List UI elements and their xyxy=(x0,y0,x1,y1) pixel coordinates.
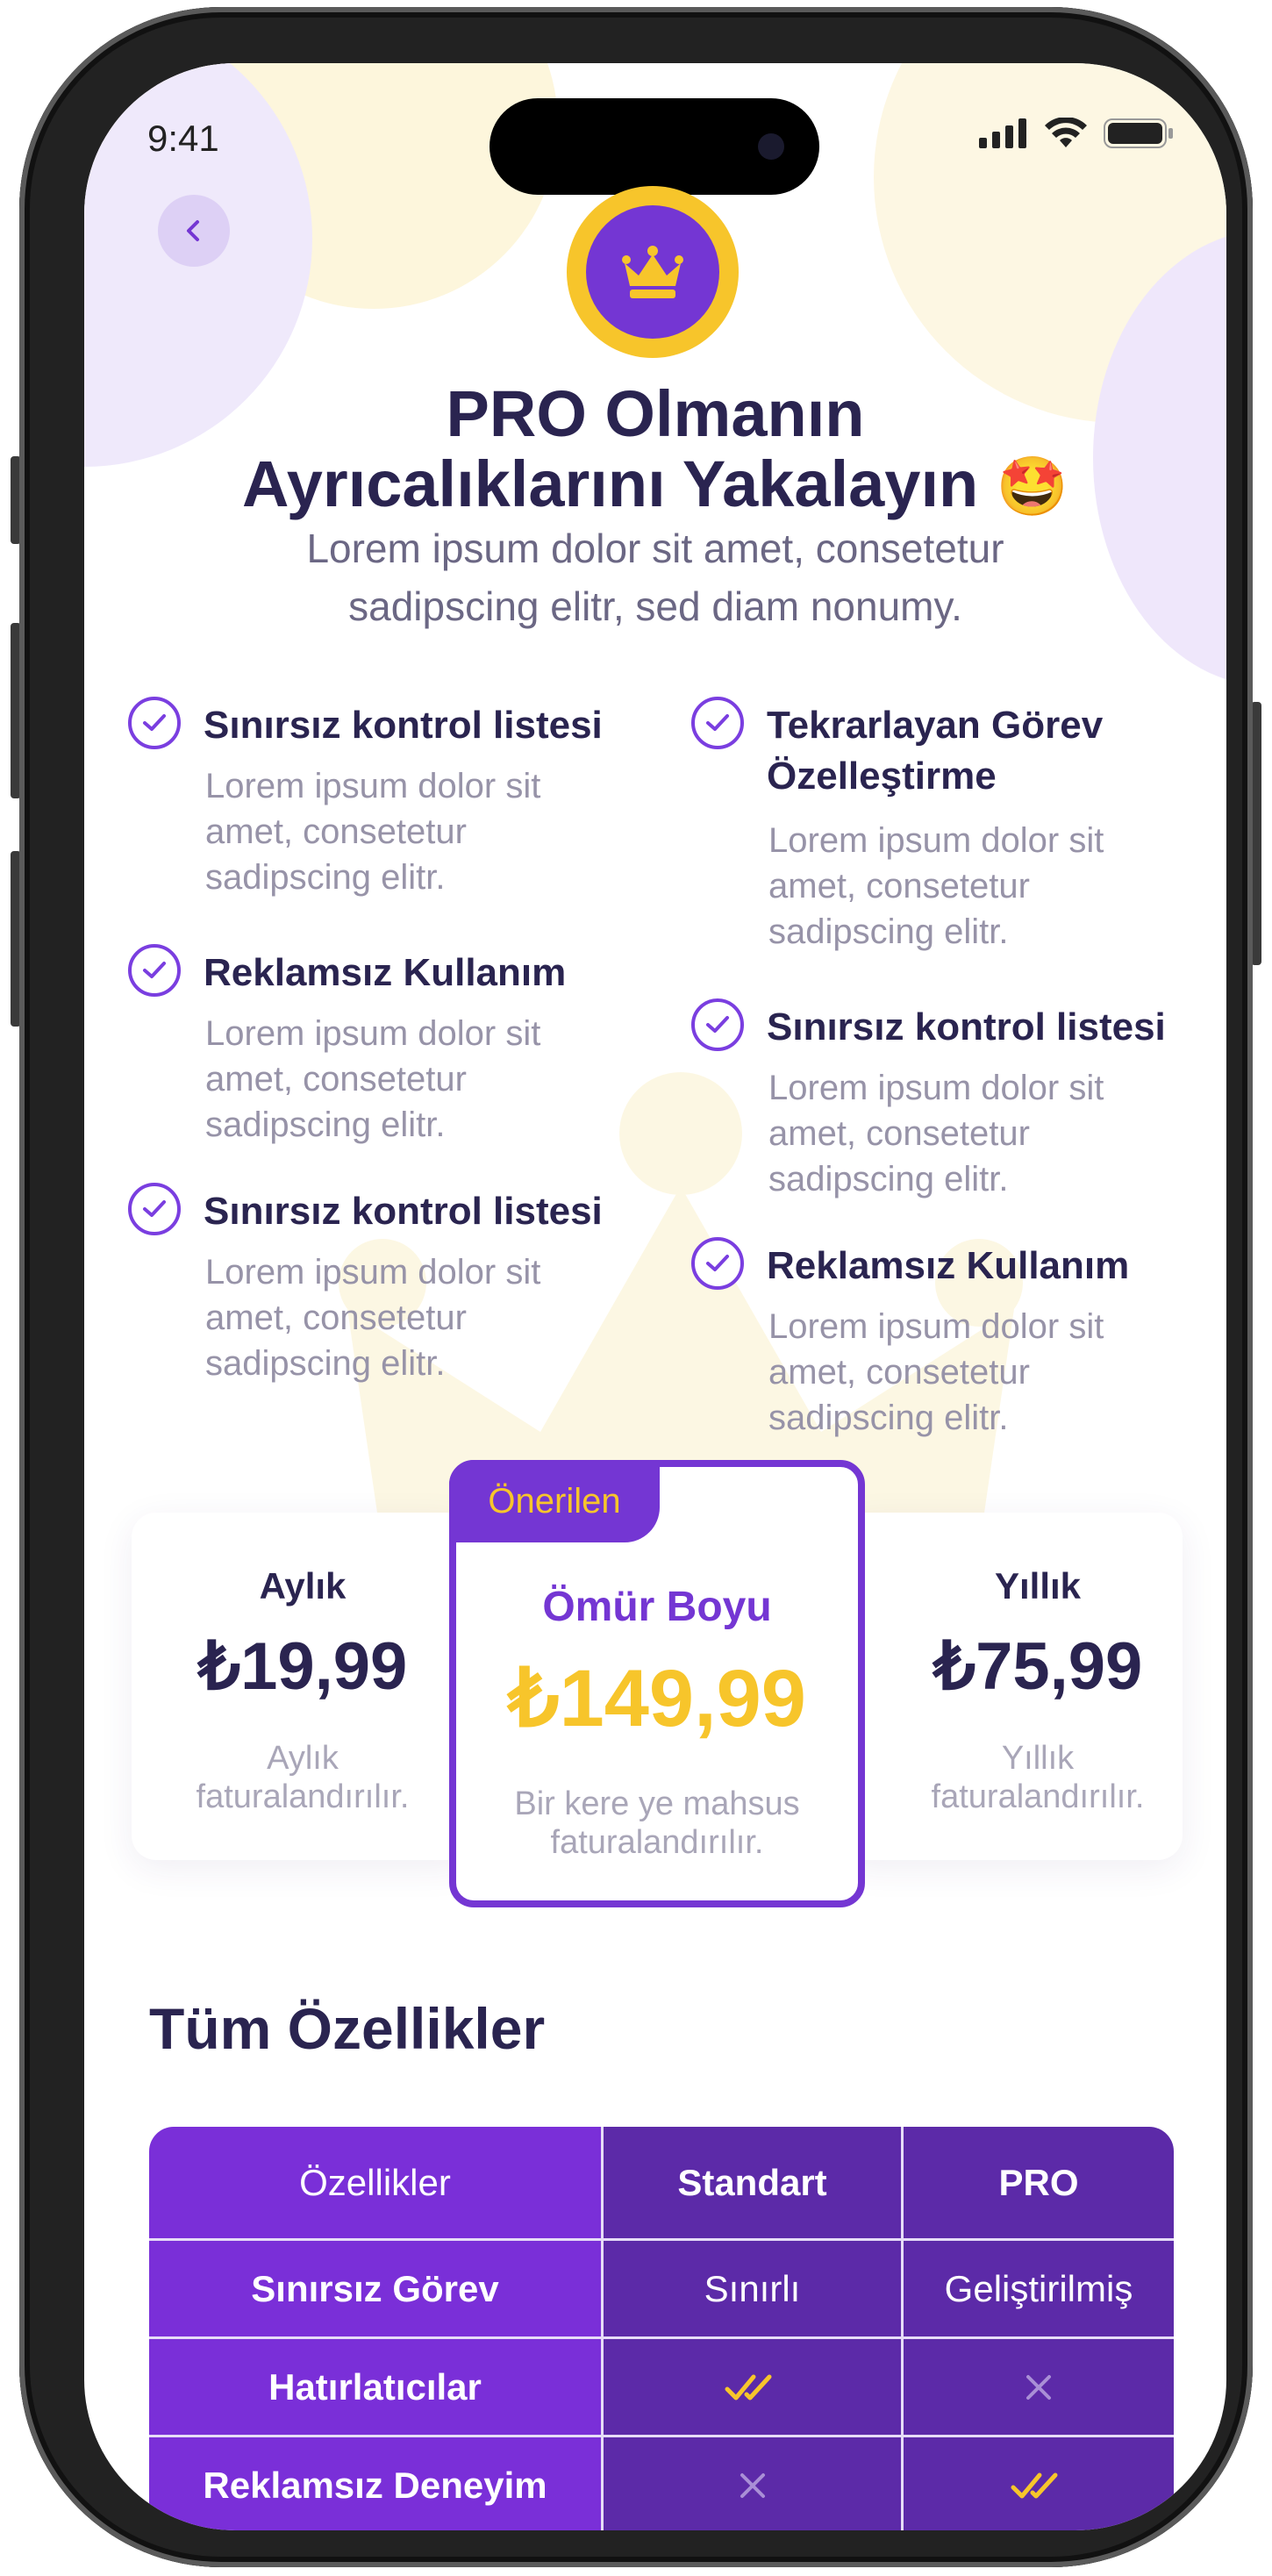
phone-frame: 9:41 PRO Olmanın Ayrıcalıklarını Yakalay… xyxy=(19,7,1253,2567)
pro-cell xyxy=(904,2437,1174,2530)
check-circle-icon xyxy=(691,998,744,1051)
double-check-icon xyxy=(1011,2472,1058,2498)
feature-cell: Reklamsız Deneyim xyxy=(149,2437,604,2530)
page-title-text: Ayrıcalıklarını Yakalayın xyxy=(242,447,979,520)
double-check-icon xyxy=(725,2374,771,2400)
feature-title: Sınırsız kontrol listesi xyxy=(204,704,603,747)
cross-icon xyxy=(1026,2374,1051,2400)
plan-note: Aylık faturalandırılır. xyxy=(132,1739,474,1816)
crown-icon xyxy=(622,246,683,298)
feature-item: Sınırsız kontrol listesi Lorem ipsum dol… xyxy=(128,697,619,907)
check-circle-icon xyxy=(128,944,181,997)
star-struck-emoji: 🤩 xyxy=(996,454,1068,519)
feature-title: Reklamsız Kullanım xyxy=(204,951,567,994)
recommended-badge: Önerilen xyxy=(449,1460,660,1542)
page-subtitle: Lorem ipsum dolor sit amet, consetetur s… xyxy=(306,526,1004,629)
pro-cell: Geliştirilmiş xyxy=(904,2241,1174,2339)
plan-price: ₺19,99 xyxy=(197,1629,408,1704)
feature-item: Sınırsız kontrol listesi Lorem ipsum dol… xyxy=(691,998,1183,1209)
dynamic-island xyxy=(490,98,819,195)
column-header: Standart xyxy=(604,2127,904,2241)
feature-item: Reklamsız Kullanım Lorem ipsum dolor sit… xyxy=(691,1237,1183,1448)
plan-note: Bir kere ye mahsus faturalandırılır. xyxy=(456,1785,858,1862)
plan-name: Ömür Boyu xyxy=(542,1584,772,1630)
feature-cell: Sınırsız Görev xyxy=(149,2241,604,2339)
standard-cell: Sınırlı xyxy=(604,2241,904,2339)
plan-name: Aylık xyxy=(259,1565,347,1606)
feature-title: Sınırsız kontrol listesi xyxy=(204,1190,603,1233)
section-title: Tüm Özellikler xyxy=(149,1996,546,2061)
features-comparison-table: Özellikler Standart PRO Sınırsız Görev S… xyxy=(149,2127,1174,2530)
column-header: Özellikler xyxy=(149,2127,604,2241)
page-title-line2: Ayrıcalıklarını Yakalayın 🤩 xyxy=(84,449,1226,521)
feature-description: Lorem ipsum dolor sit amet, consetetur s… xyxy=(205,1253,541,1383)
pro-crown-badge xyxy=(567,186,739,358)
battery-icon xyxy=(1104,118,1173,148)
column-header: PRO xyxy=(904,2127,1174,2241)
plan-note-line1: Bir kere ye mahsus xyxy=(514,1785,800,1822)
plan-price: ₺75,99 xyxy=(933,1629,1143,1704)
standard-cell xyxy=(604,2339,904,2437)
check-circle-icon xyxy=(691,697,744,749)
table-row: Hatırlatıcılar xyxy=(149,2339,1174,2437)
signal-icon xyxy=(979,118,1026,148)
table-row: Reklamsız Deneyim xyxy=(149,2437,1174,2530)
check-circle-icon xyxy=(128,1183,181,1235)
plan-note-line2: faturalandırılır. xyxy=(931,1778,1145,1815)
cross-icon xyxy=(740,2472,765,2498)
plan-name: Yıllık xyxy=(994,1565,1082,1606)
feature-title: Tekrarlayan Görev Özelleştirme xyxy=(767,704,1104,798)
table-row: Sınırsız Görev Sınırlı Geliştirilmiş xyxy=(149,2241,1174,2339)
feature-description: Lorem ipsum dolor sit amet, consetetur s… xyxy=(205,767,541,897)
plan-card-lifetime[interactable]: Önerilen Ömür Boyu ₺149,99 Bir kere ye m… xyxy=(449,1460,865,1907)
table-header-row: Özellikler Standart PRO xyxy=(149,2127,1174,2241)
check-circle-icon xyxy=(128,697,181,749)
feature-item: Reklamsız Kullanım Lorem ipsum dolor sit… xyxy=(128,944,619,1155)
pro-cell xyxy=(904,2339,1174,2437)
plan-card-yearly[interactable]: Yıllık ₺75,99 Yıllık faturalandırılır. xyxy=(840,1513,1183,1860)
plan-note-line2: faturalandırılır. xyxy=(550,1824,764,1861)
status-time: 9:41 xyxy=(147,118,219,159)
plan-price: ₺149,99 xyxy=(508,1654,806,1743)
feature-item: Tekrarlayan Görev Özelleştirme Lorem ips… xyxy=(691,697,1183,960)
camera-icon xyxy=(758,133,784,160)
page-title-line1: PRO Olmanın xyxy=(446,377,865,450)
feature-cell: Hatırlatıcılar xyxy=(149,2339,604,2437)
back-button[interactable] xyxy=(158,195,230,267)
wifi-icon xyxy=(1045,118,1087,147)
plan-note-line2: faturalandırılır. xyxy=(196,1778,410,1815)
plan-card-monthly[interactable]: Aylık ₺19,99 Aylık faturalandırılır. xyxy=(132,1513,474,1860)
plan-note-line1: Yıllık xyxy=(1001,1740,1075,1777)
plan-note: Yıllık faturalandırılır. xyxy=(867,1739,1209,1816)
feature-title: Sınırsız kontrol listesi xyxy=(767,1005,1166,1048)
chevron-left-icon xyxy=(187,220,199,241)
feature-description: Lorem ipsum dolor sit amet, consetetur s… xyxy=(205,1014,541,1144)
check-circle-icon xyxy=(691,1237,744,1290)
feature-description: Lorem ipsum dolor sit amet, consetetur s… xyxy=(768,1069,1104,1199)
feature-title: Reklamsız Kullanım xyxy=(767,1244,1130,1287)
feature-description: Lorem ipsum dolor sit amet, consetetur s… xyxy=(768,1307,1104,1437)
plan-note-line1: Aylık xyxy=(267,1740,339,1777)
screen: 9:41 PRO Olmanın Ayrıcalıklarını Yakalay… xyxy=(84,63,1226,2530)
standard-cell xyxy=(604,2437,904,2530)
status-icons xyxy=(979,118,1174,149)
feature-item: Sınırsız kontrol listesi Lorem ipsum dol… xyxy=(128,1183,619,1393)
feature-description: Lorem ipsum dolor sit amet, consetetur s… xyxy=(768,821,1104,951)
